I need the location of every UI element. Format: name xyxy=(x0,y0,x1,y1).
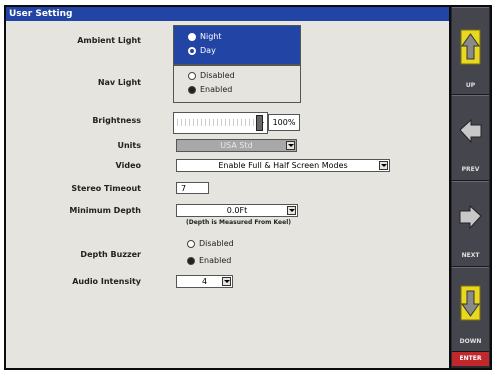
up-button-label: UP xyxy=(465,82,476,89)
arrow-up-icon xyxy=(460,29,481,65)
title-bar: User Setting xyxy=(6,7,449,21)
radio-off-icon xyxy=(188,32,196,41)
video-select[interactable]: Enable Full & Half Screen Modes xyxy=(176,159,390,172)
brightness-slider[interactable] xyxy=(173,112,268,134)
window-title: User Setting xyxy=(9,9,73,19)
depth-buzzer-enabled-label: Enabled xyxy=(199,256,232,265)
nav-light-group: Disabled Enabled xyxy=(173,65,301,103)
next-button[interactable]: NEXT xyxy=(452,181,489,267)
ambient-light-label: Ambient Light xyxy=(77,36,141,45)
radio-off-icon xyxy=(188,71,196,80)
stereo-timeout-input[interactable]: 7 xyxy=(176,182,209,194)
minimum-depth-label: Minimum Depth xyxy=(69,206,141,215)
chevron-down-icon xyxy=(287,206,296,215)
ambient-light-night-option[interactable]: Night xyxy=(188,32,222,42)
units-label: Units xyxy=(117,141,141,150)
prev-button-label: PREV xyxy=(461,166,480,173)
ambient-light-group: Night Day xyxy=(173,25,301,65)
audio-intensity-value: 4 xyxy=(201,277,208,286)
nav-light-disabled-label: Disabled xyxy=(200,71,235,80)
depth-buzzer-enabled-option[interactable]: Enabled xyxy=(187,256,231,266)
audio-intensity-label: Audio Intensity xyxy=(72,277,141,286)
brightness-ticks xyxy=(177,119,260,126)
ambient-light-day-option[interactable]: Day xyxy=(188,46,216,56)
nav-light-label: Nav Light xyxy=(97,78,141,87)
chevron-down-icon xyxy=(379,161,388,170)
brightness-label: Brightness xyxy=(92,116,141,125)
ambient-light-day-label: Day xyxy=(200,46,216,55)
next-button-label: NEXT xyxy=(461,252,480,259)
down-button[interactable]: DOWN xyxy=(452,267,489,352)
minimum-depth-value: 0.0Ft xyxy=(226,206,248,215)
chevron-down-icon xyxy=(222,277,231,286)
video-label: Video xyxy=(115,161,141,170)
arrow-left-icon xyxy=(459,118,482,144)
radio-on-icon xyxy=(188,85,196,94)
units-value: USA Std xyxy=(220,141,253,150)
arrow-right-icon xyxy=(459,204,482,230)
settings-panel: User Setting Ambient Light Night Day Nav… xyxy=(6,7,449,368)
nav-light-disabled-option[interactable]: Disabled xyxy=(188,71,235,81)
brightness-value: 100% xyxy=(268,114,300,131)
video-value: Enable Full & Half Screen Modes xyxy=(218,161,348,170)
minimum-depth-note: (Depth is Measured From Keel) xyxy=(186,219,291,226)
device-screen: User Setting Ambient Light Night Day Nav… xyxy=(4,5,492,370)
arrow-down-icon xyxy=(460,285,481,321)
units-select[interactable]: USA Std xyxy=(176,139,297,152)
depth-buzzer-label: Depth Buzzer xyxy=(80,250,141,259)
chevron-down-icon xyxy=(286,141,295,150)
prev-button[interactable]: PREV xyxy=(452,95,489,181)
depth-buzzer-disabled-label: Disabled xyxy=(199,239,234,248)
radio-on-icon xyxy=(187,256,195,265)
nav-light-enabled-label: Enabled xyxy=(200,85,233,94)
radio-on-icon xyxy=(188,46,196,55)
audio-intensity-select[interactable]: 4 xyxy=(176,275,233,288)
depth-buzzer-disabled-option[interactable]: Disabled xyxy=(187,239,234,249)
enter-button[interactable]: ENTER xyxy=(452,352,489,366)
ambient-light-night-label: Night xyxy=(200,32,222,41)
radio-off-icon xyxy=(187,239,195,248)
side-button-strip: UP PREV NEXT DOWN ENTER xyxy=(451,7,490,368)
down-button-label: DOWN xyxy=(459,338,482,345)
stereo-timeout-label: Stereo Timeout xyxy=(71,184,141,193)
up-button[interactable]: UP xyxy=(452,7,489,95)
nav-light-enabled-option[interactable]: Enabled xyxy=(188,85,232,95)
brightness-slider-thumb[interactable] xyxy=(256,115,263,131)
minimum-depth-select[interactable]: 0.0Ft xyxy=(176,204,298,217)
